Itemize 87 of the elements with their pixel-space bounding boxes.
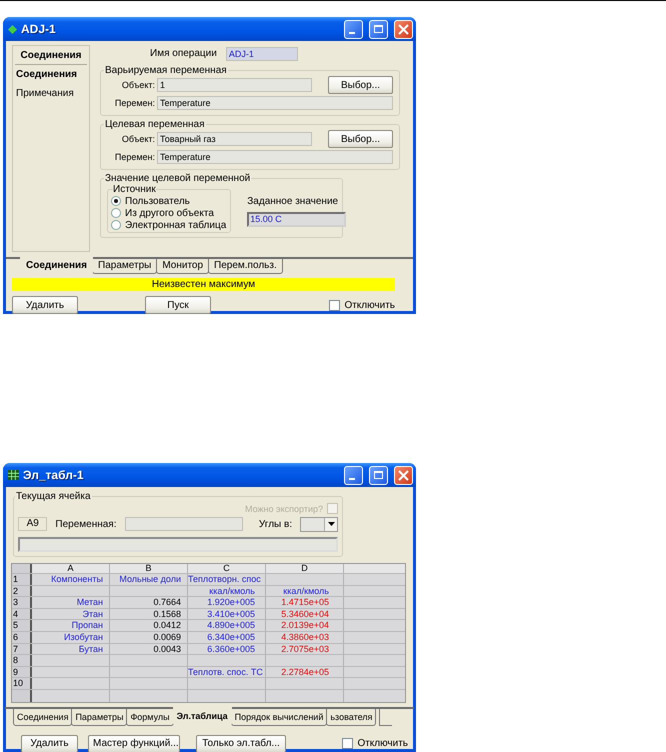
table-cell: ккал/кмоль xyxy=(188,586,266,596)
row-number: 4 xyxy=(12,608,32,620)
table-cell: Метан xyxy=(32,597,110,608)
checkbox-label: Отключить xyxy=(357,738,408,750)
variable-field[interactable]: Temperature xyxy=(157,150,393,164)
object-field[interactable]: 1 xyxy=(157,78,312,92)
variable-label: Переменная: xyxy=(55,518,116,530)
table-cell: Мольные доли xyxy=(110,574,188,585)
angles-label: Углы в: xyxy=(258,518,292,530)
status-bar: Неизвестен максимум xyxy=(12,278,395,291)
sidebar-item[interactable]: Примечания xyxy=(15,84,87,103)
tab[interactable]: ьзователя xyxy=(326,708,376,726)
group-title: Значение целевой переменной xyxy=(104,173,252,184)
tab[interactable]: Эл.таблица xyxy=(172,706,232,726)
choose-button[interactable]: Выбор... xyxy=(328,130,393,148)
table-cell: 0.0412 xyxy=(110,620,188,631)
table-cell: 0.0069 xyxy=(110,632,188,643)
table-cell: 3.410e+005 xyxy=(188,608,266,620)
variable-label: Перемен: xyxy=(114,98,155,108)
table-cell: Пропан xyxy=(32,620,110,631)
column-header[interactable]: B xyxy=(110,564,188,573)
choose-button[interactable]: Выбор... xyxy=(328,76,393,94)
row-number: 5 xyxy=(12,620,32,631)
setpoint-label: Заданное значение xyxy=(247,196,340,207)
table-cell: 5.3460e+04 xyxy=(266,608,344,620)
operation-name-label: Имя операции xyxy=(150,48,217,59)
tab[interactable]: Соединения xyxy=(13,708,72,726)
table-cell: Бутан xyxy=(32,644,110,654)
tab[interactable]: Перем.польз. xyxy=(208,259,283,274)
checkbox-label: Отключить xyxy=(344,300,395,310)
group-title: Целевая переменная xyxy=(104,119,206,130)
column-header[interactable]: D xyxy=(266,564,344,573)
radio-label: Из другого объекта xyxy=(125,208,214,218)
action-button[interactable]: Мастер функций... xyxy=(88,734,180,752)
row-number: 3 xyxy=(12,597,32,608)
table-cell: 4.890e+005 xyxy=(188,620,266,631)
tab[interactable]: Параметры xyxy=(92,259,158,274)
export-label: Можно экспортир? xyxy=(245,504,323,514)
table-cell: Этан xyxy=(32,608,110,620)
row-number: 10 xyxy=(12,678,32,689)
row-number: 1 xyxy=(12,574,32,585)
variable-field[interactable]: Temperature xyxy=(157,96,393,110)
row-number: 6 xyxy=(12,632,32,643)
column-header[interactable]: C xyxy=(188,564,266,573)
object-field[interactable]: Товарный газ xyxy=(157,132,312,146)
sidebar-item[interactable]: Соединения xyxy=(15,65,87,84)
cell-reference: A9 xyxy=(18,517,48,531)
variable-label: Перемен: xyxy=(114,152,155,162)
tab[interactable]: Соединения xyxy=(20,257,94,275)
object-label: Объект: xyxy=(120,80,155,90)
row-number: 7 xyxy=(12,644,32,654)
table-cell: Компоненты xyxy=(32,574,110,585)
table-cell: Теплотв. спос. ТС xyxy=(188,666,266,678)
group-title: Варьируемая переменная xyxy=(104,65,228,76)
action-button[interactable]: Пуск xyxy=(145,296,211,314)
table-cell: 2.7075e+03 xyxy=(266,644,344,654)
table-cell: 0.7664 xyxy=(110,597,188,608)
setpoint-field[interactable]: 15.00 C xyxy=(247,212,346,227)
table-cell: 2.0139e+04 xyxy=(266,620,344,631)
table-cell: Изобутан xyxy=(32,632,110,643)
object-label: Объект: xyxy=(120,134,155,144)
table-cell: 6.360e+005 xyxy=(188,644,266,654)
table-cell: 1.920e+005 xyxy=(188,597,266,608)
table-cell: ккал/кмоль xyxy=(266,586,344,596)
group-title: Текущая ячейка xyxy=(15,491,92,502)
window-title: Эл_табл-1 xyxy=(23,468,84,482)
row-number: 2 xyxy=(12,586,32,596)
table-cell: 1.4715e+05 xyxy=(266,597,344,608)
table-cell: 4.3860e+03 xyxy=(266,632,344,643)
table-cell: 6.340e+005 xyxy=(188,632,266,643)
tab[interactable]: Монитор xyxy=(156,259,210,274)
row-number: 9 xyxy=(12,666,32,678)
action-button[interactable]: Удалить xyxy=(12,296,78,314)
table-cell: 0.1568 xyxy=(110,608,188,620)
row-number: 8 xyxy=(12,655,32,666)
radio-label: Пользователь xyxy=(125,196,190,206)
column-header[interactable]: A xyxy=(32,564,110,573)
sidebar-header: Соединения xyxy=(15,46,87,65)
operation-name-field[interactable]: ADJ-1 xyxy=(226,46,298,60)
table-cell: Теплотворн. спос xyxy=(188,574,266,585)
radio-label: Электронная таблица xyxy=(125,220,226,230)
action-button[interactable]: Только эл.табл... xyxy=(196,734,286,752)
window-title: ADJ-1 xyxy=(21,22,56,36)
action-button[interactable]: Удалить xyxy=(21,734,78,752)
table-cell: 2.2784e+05 xyxy=(266,666,344,678)
table-cell: 0.0043 xyxy=(110,644,188,654)
source-title: Источник xyxy=(113,184,156,195)
